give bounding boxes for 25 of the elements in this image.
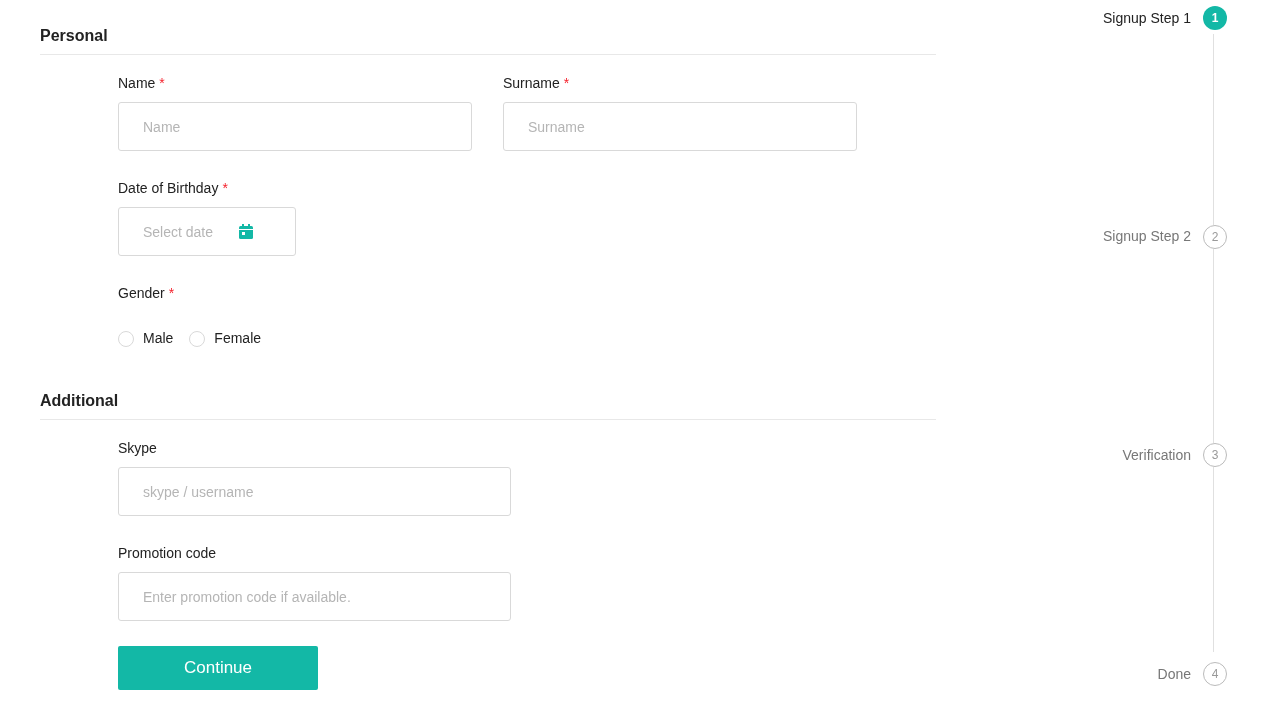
section-heading: Additional: [40, 391, 120, 411]
required-mark: *: [563, 75, 570, 91]
required-mark: *: [168, 285, 175, 301]
field-label: Gender: [118, 285, 165, 301]
text-field[interactable]: Name: [118, 102, 472, 151]
required-mark: *: [159, 75, 165, 91]
step-number: 1: [1203, 6, 1227, 30]
step-label: Signup Step 2: [1103, 227, 1191, 247]
text-field[interactable]: skype / username: [118, 467, 511, 516]
text-field[interactable]: Enter promotion code if available.: [118, 572, 511, 621]
text-field[interactable]: Surname: [503, 102, 857, 151]
section-heading: Personal: [40, 26, 109, 46]
step-label: Signup Step 1: [1103, 8, 1191, 28]
step-label: Verification: [1122, 445, 1191, 465]
field-label: Surname: [503, 75, 560, 91]
step-label: Done: [1157, 664, 1191, 684]
field-label: Name: [118, 75, 156, 91]
radio-option[interactable]: Female: [189, 328, 262, 349]
date-field[interactable]: Select date: [118, 207, 296, 256]
radio-option[interactable]: Male: [118, 328, 174, 349]
calendar-icon[interactable]: [239, 224, 253, 239]
field-label: Promotion code: [118, 545, 217, 561]
field-label: Date of Birthday: [118, 180, 219, 196]
required-mark: *: [222, 180, 228, 196]
field-label: Skype: [118, 440, 157, 456]
